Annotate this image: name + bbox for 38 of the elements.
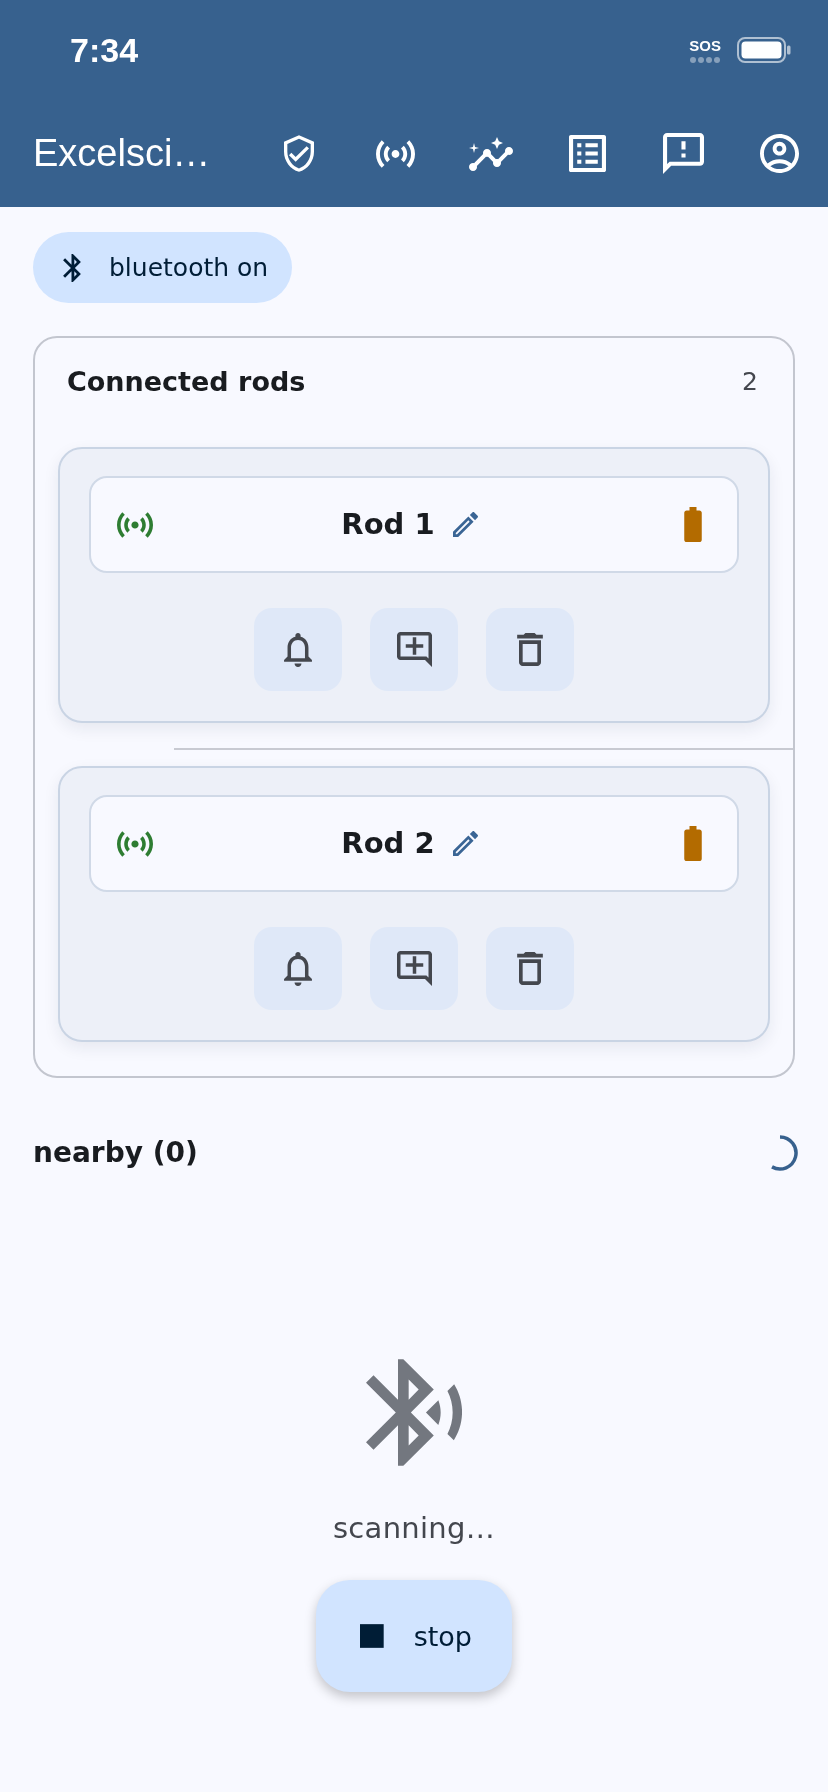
add-note-button[interactable] (370, 927, 458, 1010)
alarm-button[interactable] (254, 608, 342, 691)
stop-icon (360, 1624, 384, 1648)
battery-icon (737, 37, 791, 63)
signal-dots-icon (690, 56, 721, 63)
bell-icon (284, 632, 312, 667)
delete-button[interactable] (486, 608, 574, 691)
comment-plus-icon (396, 632, 432, 667)
status-time: 7:34 (70, 33, 139, 67)
delete-button[interactable] (486, 927, 574, 1010)
bluetooth-searching-icon (366, 1359, 462, 1466)
add-note-button[interactable] (370, 608, 458, 691)
pencil-icon[interactable] (452, 831, 478, 856)
trash-icon (517, 633, 543, 666)
alarm-button[interactable] (254, 927, 342, 1010)
bluetooth-chip[interactable]: bluetooth on (33, 232, 293, 303)
list-icon[interactable] (568, 135, 606, 172)
stop-button[interactable]: stop (316, 1580, 512, 1692)
account-icon[interactable] (759, 134, 799, 173)
comment-plus-icon (396, 951, 432, 986)
speech-bubble-exclamation-icon[interactable] (662, 133, 704, 174)
sparkle-chart-icon[interactable] (469, 136, 513, 171)
scanning-label: scanning… (332, 1511, 496, 1546)
pencil-icon[interactable] (452, 512, 478, 537)
shield-check-icon[interactable] (284, 135, 314, 172)
trash-icon (517, 952, 543, 985)
bluetooth-icon (63, 253, 81, 282)
battery-icon (684, 826, 702, 861)
broadcast-icon[interactable] (375, 139, 415, 168)
battery-icon (684, 507, 702, 542)
rod-count: 2 (742, 366, 758, 398)
rod-name: Rod 1 (341, 507, 435, 542)
bell-icon (284, 951, 312, 986)
connected-rods-title: Connected rods (67, 366, 306, 398)
sos-label: SOS (689, 37, 721, 53)
nearby-title: nearby (0) (33, 1136, 198, 1170)
rod-name: Rod 2 (341, 826, 435, 861)
app-title: Excelsci… (33, 130, 212, 176)
